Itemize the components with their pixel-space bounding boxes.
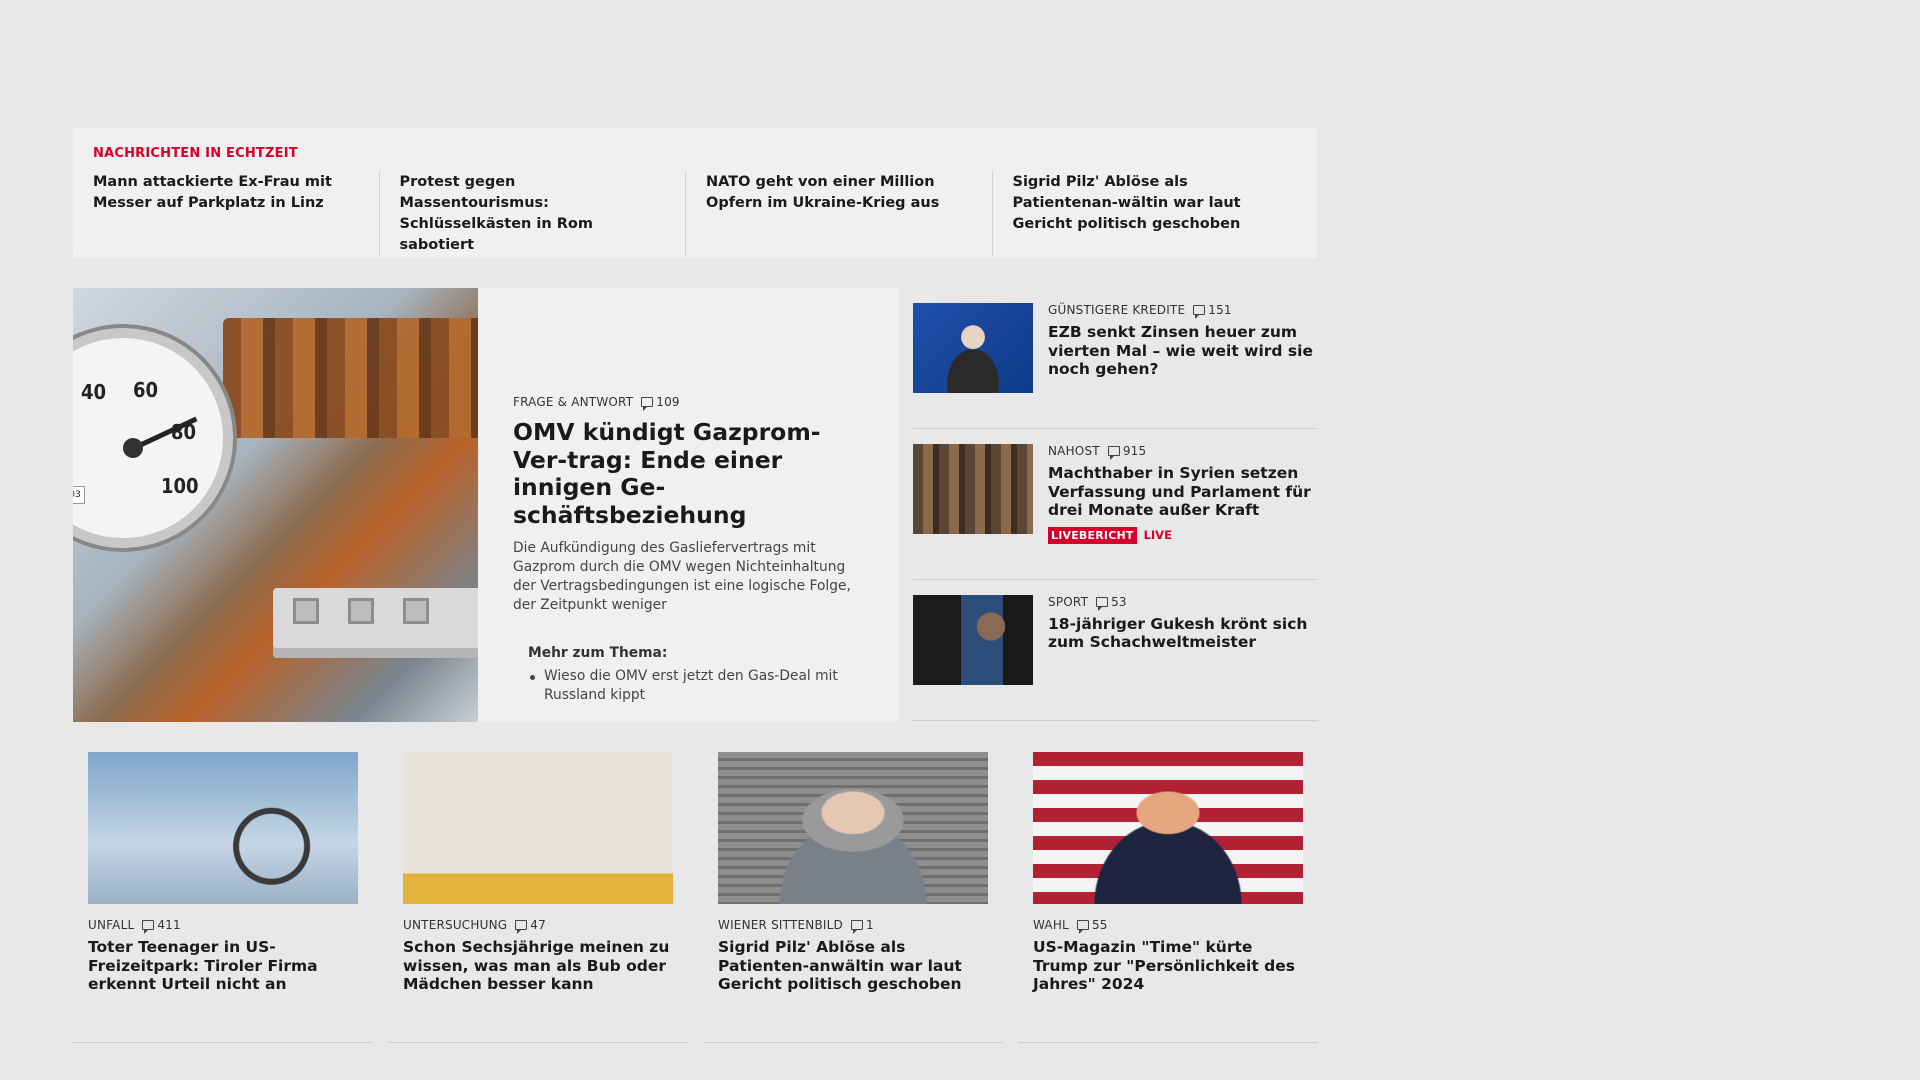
kicker-label: NAHOST xyxy=(1048,444,1100,458)
story-card-kicker: UNFALL 411 xyxy=(88,918,358,934)
comment-count[interactable]: 915 xyxy=(1107,444,1147,460)
kicker-label: GÜNSTIGERE KREDITE xyxy=(1048,303,1186,317)
comment-icon xyxy=(850,920,863,934)
story-card[interactable]: WAHL 55 US-Magazin "Time" kürte Trump zu… xyxy=(1018,752,1318,1043)
story-card-kicker: WAHL 55 xyxy=(1033,918,1303,934)
side-story-headline[interactable]: 18-jähriger Gukesh krönt sich zum Schach… xyxy=(1048,615,1318,652)
comment-count-value: 411 xyxy=(157,918,181,932)
bolt xyxy=(348,598,374,624)
lead-kicker: FRAGE & ANTWORT 109 xyxy=(513,395,863,411)
bolt xyxy=(293,598,319,624)
comment-icon xyxy=(515,920,528,934)
kicker-label: FRAGE & ANTWORT xyxy=(513,395,634,409)
related-label: Mehr zum Thema: xyxy=(528,645,668,661)
related-list: Wieso die OMV erst jetzt den Gas-Deal mi… xyxy=(528,667,863,705)
kicker-label: UNFALL xyxy=(88,918,135,932)
side-stories: GÜNSTIGERE KREDITE 151 EZB senkt Zinsen … xyxy=(913,288,1318,721)
lead-headline[interactable]: OMV kündigt Gazprom-Ver-trag: Ende einer… xyxy=(513,418,863,529)
comment-icon xyxy=(142,920,155,934)
comment-count[interactable]: 151 xyxy=(1193,303,1232,319)
gauge-tag: Pi 1903 xyxy=(73,486,85,504)
kicker-label: WAHL xyxy=(1033,918,1069,932)
gauge-mark: 60 xyxy=(133,378,159,402)
comment-count[interactable]: 53 xyxy=(1096,594,1127,611)
story-card-image[interactable] xyxy=(718,752,988,904)
story-card[interactable]: UNFALL 411 Toter Teenager in US-Freizeit… xyxy=(73,752,373,1043)
comment-icon xyxy=(1076,920,1089,934)
comment-count[interactable]: 47 xyxy=(515,918,546,934)
story-card-image[interactable] xyxy=(403,752,673,904)
ticker-item[interactable]: Protest gegen Massentourismus: Schlüssel… xyxy=(378,172,686,256)
ticker-list: Mann attackierte Ex-Frau mit Messer auf … xyxy=(93,172,1298,256)
side-story-kicker: SPORT 53 xyxy=(1048,594,1318,611)
gauge-mark: 100 xyxy=(161,474,199,498)
story-card-headline[interactable]: US-Magazin "Time" kürte Trump zur "Persö… xyxy=(1033,938,1303,994)
comment-count[interactable]: 55 xyxy=(1076,918,1108,934)
gauge-hub xyxy=(123,438,143,458)
story-card-image[interactable] xyxy=(1033,752,1303,904)
comment-count-value: 109 xyxy=(656,395,680,409)
comment-icon xyxy=(1096,596,1109,611)
story-card[interactable]: WIENER SITTENBILD 1 Sigrid Pilz' Ablöse … xyxy=(703,752,1003,1043)
live-label: LIVE xyxy=(1143,528,1172,542)
side-story-image[interactable] xyxy=(913,303,1033,393)
side-story-kicker: NAHOST 915 xyxy=(1048,444,1318,460)
comment-count-value: 151 xyxy=(1208,303,1232,317)
story-card-headline[interactable]: Toter Teenager in US-Freizeitpark: Tirol… xyxy=(88,938,358,994)
ticker-item[interactable]: NATO geht von einer Million Opfern im Uk… xyxy=(685,172,992,256)
lead-image-pressure-gauge[interactable]: 40 60 80 100 Pi 1903 xyxy=(73,288,478,722)
livebericht-badge: LIVEBERICHT xyxy=(1048,526,1137,544)
comment-count[interactable]: 109 xyxy=(641,395,680,411)
comment-count-value: 915 xyxy=(1122,444,1147,458)
side-story[interactable]: GÜNSTIGERE KREDITE 151 EZB senkt Zinsen … xyxy=(913,288,1318,429)
comment-icon xyxy=(641,397,654,411)
story-card-kicker: UNTERSUCHUNG 47 xyxy=(403,918,673,934)
comment-count-value: 55 xyxy=(1091,918,1108,932)
story-grid: UNFALL 411 Toter Teenager in US-Freizeit… xyxy=(73,752,1318,1043)
side-story-image[interactable] xyxy=(913,444,1033,534)
related-link[interactable]: Wieso die OMV erst jetzt den Gas-Deal mi… xyxy=(528,667,863,705)
kicker-label: UNTERSUCHUNG xyxy=(403,918,508,932)
side-story-text: GÜNSTIGERE KREDITE 151 EZB senkt Zinsen … xyxy=(1048,303,1318,393)
side-story[interactable]: NAHOST 915 Machthaber in Syrien setzen V… xyxy=(913,429,1318,580)
comment-icon xyxy=(1107,446,1120,460)
ticker-label: NACHRICHTEN IN ECHTZEIT xyxy=(93,146,298,161)
kicker-label: WIENER SITTENBILD xyxy=(718,918,843,932)
realtime-news-ticker: NACHRICHTEN IN ECHTZEIT Mann attackierte… xyxy=(73,128,1318,258)
comment-count-value: 53 xyxy=(1111,594,1127,609)
rusty-pipe xyxy=(223,318,478,438)
pressure-gauge: 40 60 80 100 Pi 1903 xyxy=(73,328,233,548)
story-card-kicker: WIENER SITTENBILD 1 xyxy=(718,918,988,934)
related-topics: Mehr zum Thema: Wieso die OMV erst jetzt… xyxy=(513,645,863,705)
side-story-image[interactable] xyxy=(913,594,1033,685)
lead-teaser: Die Aufkündigung des Gasliefervertrags m… xyxy=(513,540,851,613)
comment-icon xyxy=(1193,305,1206,319)
gauge-mark: 40 xyxy=(81,380,107,404)
side-story-kicker: GÜNSTIGERE KREDITE 151 xyxy=(1048,303,1318,319)
side-story-headline[interactable]: EZB senkt Zinsen heuer zum vierten Mal –… xyxy=(1048,323,1318,379)
story-card-image[interactable] xyxy=(88,752,358,904)
ticker-item[interactable]: Mann attackierte Ex-Frau mit Messer auf … xyxy=(93,172,379,256)
story-card[interactable]: UNTERSUCHUNG 47 Schon Sechsjährige meine… xyxy=(388,752,688,1043)
bolt xyxy=(403,598,429,624)
lead-story[interactable]: 40 60 80 100 Pi 1903 FRAGE & ANTWORT 109… xyxy=(73,288,898,722)
side-story-text: SPORT 53 18-jähriger Gukesh krönt sich z… xyxy=(1048,595,1318,685)
live-indicator: LIVEBERICHT LIVE xyxy=(1048,526,1318,544)
story-card-headline[interactable]: Sigrid Pilz' Ablöse als Patienten-anwält… xyxy=(718,938,988,994)
lead-text: FRAGE & ANTWORT 109 OMV kündigt Gazprom-… xyxy=(478,288,898,722)
kicker-label: SPORT xyxy=(1048,594,1089,609)
side-story[interactable]: SPORT 53 18-jähriger Gukesh krönt sich z… xyxy=(913,580,1318,721)
comment-count[interactable]: 1 xyxy=(850,918,874,934)
comment-count-value: 47 xyxy=(530,918,546,932)
side-story-text: NAHOST 915 Machthaber in Syrien setzen V… xyxy=(1048,444,1318,544)
comment-count-value: 1 xyxy=(865,918,874,932)
story-card-headline[interactable]: Schon Sechsjährige meinen zu wissen, was… xyxy=(403,938,673,994)
ticker-item[interactable]: Sigrid Pilz' Ablöse als Patientenan-wält… xyxy=(991,172,1299,256)
side-story-headline[interactable]: Machthaber in Syrien setzen Verfassung u… xyxy=(1048,464,1318,520)
comment-count[interactable]: 411 xyxy=(142,918,181,934)
